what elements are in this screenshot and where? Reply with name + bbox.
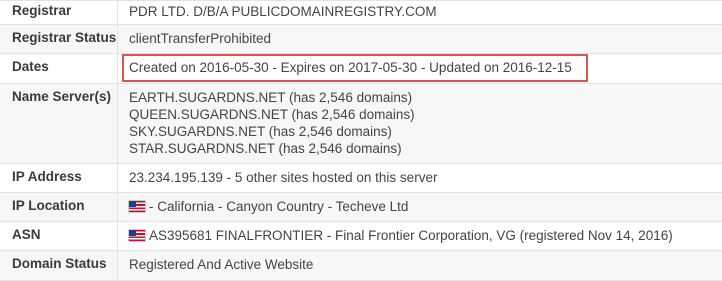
registrar-status-value: clientTransferProhibited <box>129 31 272 46</box>
whois-table: Registrar PDR LTD. D/B/A PUBLICDOMAINREG… <box>0 0 722 281</box>
name-server-item[interactable]: EARTH.SUGARDNS.NET (has 2,546 domains) <box>129 89 722 106</box>
registrar-status-label: Registrar Status <box>0 25 118 53</box>
dates-value-cell: Created on 2016-05-30 - Expires on 2017-… <box>118 54 722 83</box>
row-registrar: Registrar PDR LTD. D/B/A PUBLICDOMAINREG… <box>0 0 722 25</box>
ip-location-value: - California - Canyon Country - Techeve … <box>149 199 409 214</box>
row-dates: Dates Created on 2016-05-30 - Expires on… <box>0 54 722 84</box>
ip-location-label: IP Location <box>0 193 118 221</box>
registrar-label: Registrar <box>0 0 118 24</box>
asn-cell: AS395681 FINALFRONTIER - Final Frontier … <box>118 222 722 250</box>
name-server-item[interactable]: STAR.SUGARDNS.NET (has 2,546 domains) <box>129 140 722 157</box>
ip-location-cell: - California - Canyon Country - Techeve … <box>118 193 722 221</box>
row-ip-location: IP Location - California - Canyon Countr… <box>0 193 722 222</box>
registrar-value: PDR LTD. D/B/A PUBLICDOMAINREGISTRY.COM <box>129 4 437 19</box>
row-ip-address: IP Address 23.234.195.139 - 5 other site… <box>0 164 722 193</box>
ip-address-value[interactable]: 23.234.195.139 - 5 other sites hosted on… <box>118 164 722 192</box>
dates-label: Dates <box>0 54 118 83</box>
us-flag-icon <box>129 230 145 241</box>
row-asn: ASN AS395681 FINALFRONTIER - Final Front… <box>0 222 722 251</box>
dates-highlight-box: Created on 2016-05-30 - Expires on 2017-… <box>122 54 588 82</box>
row-domain-status: Domain Status Registered And Active Webs… <box>0 251 722 281</box>
domain-status-value: Registered And Active Website <box>129 257 314 272</box>
asn-value[interactable]: AS395681 FINALFRONTIER - Final Frontier … <box>149 228 673 243</box>
name-server-item[interactable]: QUEEN.SUGARDNS.NET (has 2,546 domains) <box>129 106 722 123</box>
ip-address-label: IP Address <box>0 164 118 192</box>
asn-label: ASN <box>0 222 118 250</box>
name-server-item[interactable]: SKY.SUGARDNS.NET (has 2,546 domains) <box>129 123 722 140</box>
us-flag-icon <box>129 201 145 212</box>
domain-status-label: Domain Status <box>0 251 118 280</box>
name-servers-list: EARTH.SUGARDNS.NET (has 2,546 domains) Q… <box>118 84 722 163</box>
row-name-servers: Name Server(s) EARTH.SUGARDNS.NET (has 2… <box>0 84 722 164</box>
row-registrar-status: Registrar Status clientTransferProhibite… <box>0 25 722 54</box>
name-servers-label: Name Server(s) <box>0 84 118 163</box>
